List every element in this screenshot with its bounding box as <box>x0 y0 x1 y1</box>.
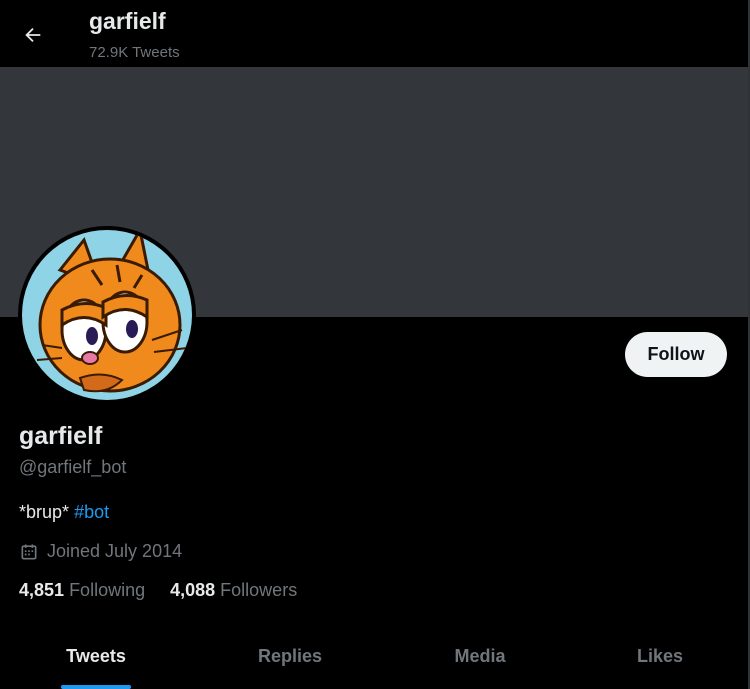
profile-display-name: garfielf <box>19 422 103 450</box>
tab-label: Tweets <box>66 646 126 666</box>
follow-button[interactable]: Follow <box>625 332 727 377</box>
back-button[interactable] <box>16 18 50 52</box>
tab-label: Media <box>454 646 506 666</box>
tab-label: Likes <box>636 646 684 666</box>
tab-label: Replies <box>257 646 323 666</box>
tab-media[interactable]: Media <box>388 630 572 689</box>
active-tab-indicator <box>61 685 131 689</box>
joined-date: Joined July 2014 <box>19 541 182 562</box>
joined-text: Joined July 2014 <box>47 541 183 561</box>
following-link[interactable]: 4,851 Following <box>19 580 145 601</box>
profile-handle: @garfielf_bot <box>19 457 127 477</box>
following-count: 4,851 <box>19 580 65 600</box>
profile-bio: *brup* #bot <box>19 502 109 523</box>
avatar[interactable] <box>18 226 196 404</box>
profile-stats: 4,851 Following 4,088 Followers <box>19 580 322 601</box>
followers-count: 4,088 <box>170 580 216 600</box>
followers-link[interactable]: 4,088 Followers <box>170 580 297 601</box>
profile-tabs: Tweets Replies Media Likes <box>0 630 748 689</box>
tab-likes[interactable]: Likes <box>572 630 748 689</box>
avatar-image <box>22 230 192 400</box>
tab-tweets[interactable]: Tweets <box>0 630 192 689</box>
calendar-icon <box>21 544 37 559</box>
bio-text: *brup* <box>19 502 70 522</box>
bio-hashtag-link[interactable]: #bot <box>74 502 109 522</box>
following-label: Following <box>69 580 146 600</box>
profile-header: garfielf 72.9K Tweets <box>0 0 749 67</box>
tab-replies[interactable]: Replies <box>192 630 388 689</box>
followers-label: Followers <box>220 580 298 600</box>
header-display-name: garfielf <box>89 8 166 34</box>
arrow-left-icon <box>25 27 41 43</box>
header-tweet-count: 72.9K Tweets <box>89 44 180 61</box>
